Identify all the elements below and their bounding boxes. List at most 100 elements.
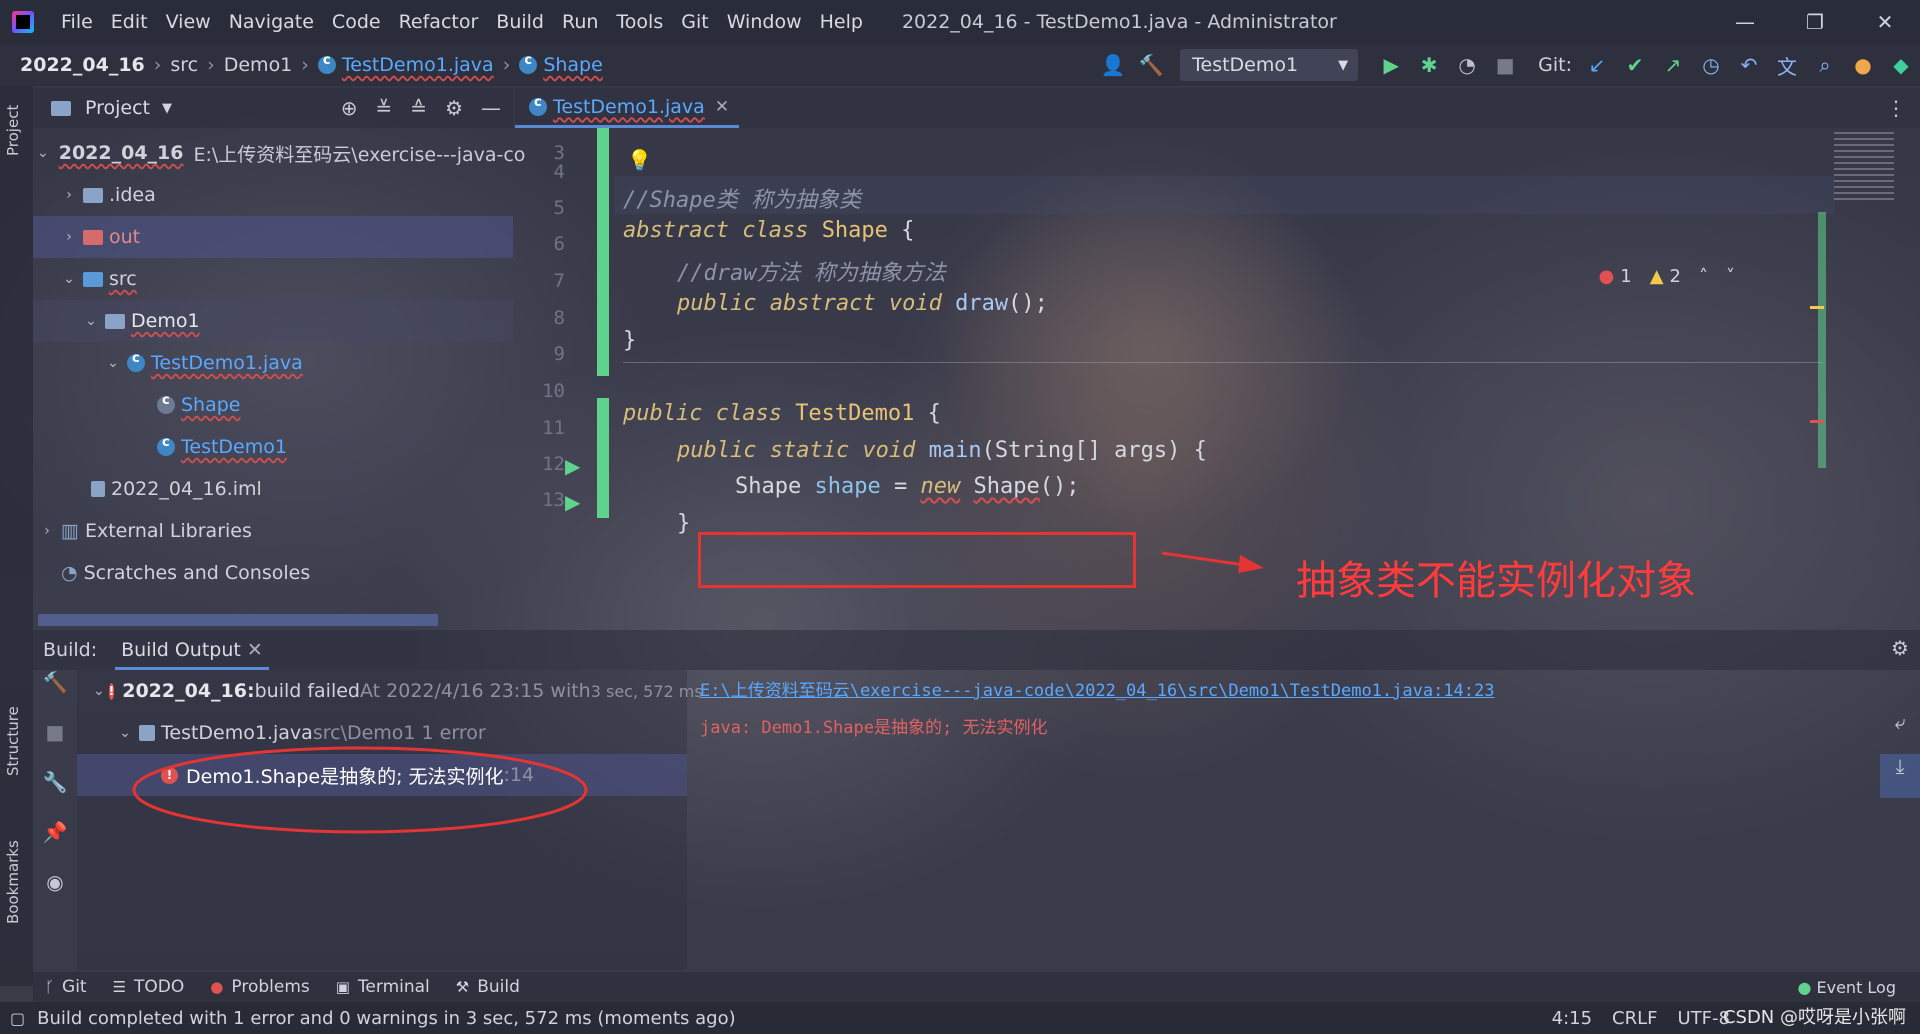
warning-marker[interactable]	[1810, 306, 1824, 309]
lightbulb-icon[interactable]: 💡	[627, 148, 652, 172]
gear-icon[interactable]: ⚙	[1880, 630, 1920, 674]
run-main-icon[interactable]: ▶	[565, 490, 580, 514]
expand-all-icon[interactable]: ≚	[376, 96, 393, 120]
build-hammer-icon[interactable]: 🔨	[1132, 53, 1170, 77]
build-error-link[interactable]: E:\上传资料至码云\exercise---java-code\2022_04_…	[700, 676, 1880, 701]
user-icon[interactable]: 👤	[1094, 53, 1132, 77]
tab-build-output[interactable]: Build Output ✕	[115, 630, 269, 670]
vcs-change-bar[interactable]	[597, 398, 609, 518]
git-update-icon[interactable]: ↙	[1578, 53, 1616, 77]
menu-navigate[interactable]: Navigate	[220, 11, 323, 33]
menu-view[interactable]: View	[157, 11, 220, 33]
line-separator[interactable]: CRLF	[1612, 1008, 1657, 1029]
tree-item-iml[interactable]: 2022_04_16.iml	[33, 468, 513, 510]
breadcrumb-demo1[interactable]: Demo1	[224, 54, 293, 76]
horizontal-scrollbar[interactable]	[38, 614, 438, 626]
build-root-row[interactable]: ⌄ ! 2022_04_16: build failed At 2022/4/1…	[77, 670, 703, 712]
menu-run[interactable]: Run	[553, 11, 607, 33]
plugin-icon[interactable]: ◆	[1882, 53, 1920, 77]
minimize-button[interactable]: —	[1710, 0, 1780, 44]
tree-item-idea[interactable]: › .idea	[33, 174, 513, 216]
git-push-icon[interactable]: ↗	[1654, 53, 1692, 77]
module-file-icon	[91, 481, 105, 497]
stop-icon[interactable]: ■	[1486, 53, 1524, 77]
chevron-down-icon[interactable]: ˅	[1726, 266, 1735, 287]
debug-icon[interactable]: ✱	[1410, 53, 1448, 77]
highlight-ellipse	[132, 746, 588, 834]
tree-item-demo1[interactable]: ⌄ Demo1	[33, 300, 513, 342]
soft-wrap-icon[interactable]: ⤶	[1880, 710, 1920, 754]
update-icon[interactable]: ●	[1844, 53, 1882, 77]
tree-item-external-libraries[interactable]: › ▥ External Libraries	[33, 510, 513, 552]
code-minimap[interactable]	[1830, 128, 1915, 508]
error-marker[interactable]	[1810, 420, 1824, 423]
wrench-icon[interactable]: 🔧	[33, 770, 77, 820]
tree-item-shape[interactable]: Shape	[33, 384, 513, 426]
run-class-icon[interactable]: ▶	[565, 454, 580, 478]
tree-item-scratches[interactable]: ◔ Scratches and Consoles	[33, 552, 513, 594]
tree-item-out[interactable]: › out	[33, 216, 513, 258]
run-configuration-select[interactable]: TestDemo1 ▼	[1180, 49, 1359, 81]
tab-todo[interactable]: ☰ TODO	[113, 977, 185, 997]
breadcrumb-src[interactable]: src	[170, 54, 198, 76]
chevron-down-icon: ⌄	[37, 145, 49, 161]
more-options-icon[interactable]: ⋮	[1886, 96, 1906, 120]
restore-button[interactable]: ❐	[1780, 0, 1850, 44]
hide-icon[interactable]: —	[481, 96, 501, 120]
pin-icon[interactable]: 📌	[33, 820, 77, 870]
event-log-button[interactable]: ● Event Log	[1797, 978, 1896, 997]
collapse-all-icon[interactable]: ≙	[410, 96, 427, 120]
translate-icon[interactable]: 文	[1768, 51, 1806, 80]
eye-icon[interactable]: ◉	[33, 870, 77, 920]
rollback-icon[interactable]: ↶	[1730, 53, 1768, 77]
search-icon[interactable]: ⌕	[1806, 53, 1844, 77]
close-button[interactable]: ✕	[1850, 0, 1920, 44]
project-panel-title[interactable]: Project	[85, 97, 150, 119]
breadcrumb-class[interactable]: Shape	[543, 54, 603, 76]
menu-code[interactable]: Code	[323, 11, 390, 33]
gear-icon[interactable]: ⚙	[445, 96, 463, 120]
chevron-down-icon[interactable]: ▼	[162, 101, 172, 116]
code-line-12: Shape shape = new Shape();	[735, 474, 1079, 499]
tree-item-testdemo1-java[interactable]: ⌄ TestDemo1.java	[33, 342, 513, 384]
scroll-to-end-icon[interactable]: ⤓	[1880, 754, 1920, 798]
run-icon[interactable]: ▶	[1372, 53, 1410, 77]
history-icon[interactable]: ◷	[1692, 53, 1730, 77]
tab-build[interactable]: ⚒ Build	[456, 977, 520, 997]
locate-icon[interactable]: ⊕	[341, 96, 358, 120]
close-icon[interactable]: ✕	[715, 97, 729, 117]
git-commit-icon[interactable]: ✔	[1616, 53, 1654, 77]
tab-testdemo1-java[interactable]: TestDemo1.java ✕	[515, 88, 740, 128]
menu-help[interactable]: Help	[811, 11, 872, 33]
menu-build[interactable]: Build	[487, 11, 553, 33]
vcs-change-bar[interactable]	[597, 128, 609, 376]
status-toggle-icon[interactable]: ▢	[10, 1009, 25, 1028]
breadcrumb-file[interactable]: TestDemo1.java	[342, 54, 494, 76]
project-tool-button[interactable]: Project	[4, 105, 22, 156]
inspection-widget[interactable]: ● 1 ▲ 2 ˄ ˅	[1599, 266, 1735, 287]
stop-icon[interactable]: ■	[33, 720, 77, 770]
editor-scrollbar[interactable]	[1818, 212, 1826, 468]
build-hammer-icon[interactable]: 🔨	[33, 670, 77, 720]
menu-tools[interactable]: Tools	[607, 11, 672, 33]
structure-tool-button[interactable]: Structure	[4, 706, 22, 776]
tab-terminal[interactable]: ▣ Terminal	[336, 977, 430, 997]
menu-edit[interactable]: Edit	[102, 11, 157, 33]
caret-position[interactable]: 4:15	[1552, 1008, 1592, 1029]
tree-item-project-root[interactable]: ⌄ 2022_04_16 E:\上传资料至码云\exercise---java-…	[33, 132, 525, 174]
tree-item-label: 2022_04_16.iml	[111, 478, 262, 500]
tab-problems[interactable]: ● Problems	[210, 977, 309, 997]
coverage-icon[interactable]: ◔	[1448, 53, 1486, 77]
tab-git[interactable]: ᚴ Git	[45, 977, 87, 997]
close-icon[interactable]: ✕	[247, 639, 263, 661]
bookmarks-tool-button[interactable]: Bookmarks	[4, 840, 22, 924]
menu-file[interactable]: File	[52, 11, 102, 33]
menu-refactor[interactable]: Refactor	[390, 11, 488, 33]
tree-item-src[interactable]: ⌄ src	[33, 258, 513, 300]
chevron-up-icon[interactable]: ˄	[1699, 266, 1708, 287]
menu-git[interactable]: Git	[672, 11, 717, 33]
tree-item-testdemo1[interactable]: TestDemo1	[33, 426, 513, 468]
code-punct	[960, 474, 973, 499]
breadcrumb-project[interactable]: 2022_04_16	[20, 54, 145, 76]
menu-window[interactable]: Window	[718, 11, 811, 33]
